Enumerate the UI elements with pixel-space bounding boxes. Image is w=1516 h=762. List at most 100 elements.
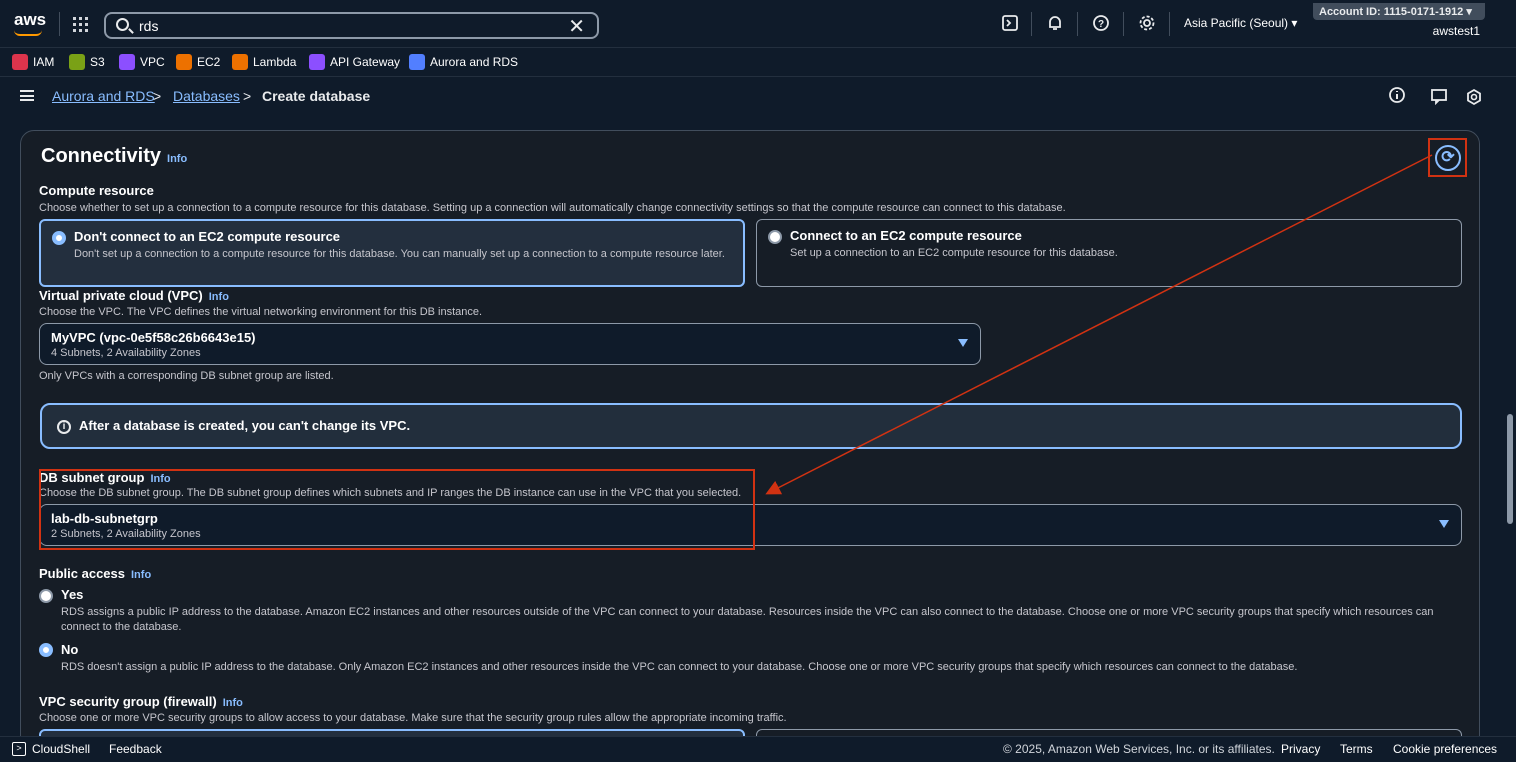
favorite-api-gateway[interactable]: API Gateway <box>309 54 400 70</box>
tools-panel-icon[interactable] <box>1464 88 1484 108</box>
public-access-no-label[interactable]: No <box>61 642 78 657</box>
search-input[interactable]: rds ✕ <box>104 12 599 39</box>
info-link[interactable]: Info <box>167 153 187 165</box>
info-link[interactable]: Info <box>131 569 151 581</box>
footer-feedback[interactable]: Feedback <box>109 742 162 756</box>
vpc-icon <box>119 54 135 70</box>
caret-down-icon <box>1439 520 1449 528</box>
aws-logo-smile <box>14 30 42 36</box>
main-content: Connectivity Info ⟳ Compute resource Choo… <box>0 114 1504 736</box>
favorite-label: Lambda <box>253 55 297 69</box>
vpc-desc: Choose the VPC. The VPC defines the virt… <box>39 306 483 318</box>
divider <box>59 12 60 36</box>
footer-privacy[interactable]: Privacy <box>1281 742 1320 756</box>
sg-label-text: VPC security group (firewall) <box>39 694 217 709</box>
top-navigation-bar: aws rds ✕ ? Asia Pacific (Seoul) ▾ Accou… <box>0 0 1516 48</box>
divider <box>1169 12 1170 36</box>
footer-terms[interactable]: Terms <box>1340 742 1373 756</box>
favorite-label: API Gateway <box>330 55 401 69</box>
caret-down-icon <box>958 339 968 347</box>
vpc-label-text: Virtual private cloud (VPC) <box>39 288 203 303</box>
tile-desc: Don't set up a connection to a compute r… <box>74 248 725 260</box>
scrollbar-thumb[interactable] <box>1507 414 1513 524</box>
alert-text: After a database is created, you can't c… <box>79 418 411 433</box>
info-link[interactable]: Info <box>209 291 229 303</box>
account-id-badge[interactable]: Account ID: 1115-0171-1912 ▾ <box>1313 3 1485 20</box>
public-access-no-desc: RDS doesn't assign a public IP address t… <box>61 661 1298 673</box>
tile-title: Don't connect to an EC2 compute resource <box>74 229 341 244</box>
footer-cloudshell[interactable]: CloudShell <box>32 742 90 756</box>
username[interactable]: awstest1 <box>1433 24 1480 38</box>
public-access-no-radio[interactable] <box>39 643 53 657</box>
aws-logo[interactable]: aws <box>14 10 46 30</box>
cloudshell-icon[interactable]: > <box>12 742 26 756</box>
region-selector[interactable]: Asia Pacific (Seoul) ▾ <box>1184 16 1297 30</box>
favorite-vpc[interactable]: VPC <box>119 54 165 70</box>
menu-hamburger-icon[interactable] <box>20 90 34 101</box>
tile-title: Connect to an EC2 compute resource <box>790 228 1022 243</box>
public-access-yes-radio[interactable] <box>39 589 53 603</box>
radio-button-selected[interactable] <box>52 231 66 245</box>
info-circle-icon: i <box>57 420 71 434</box>
divider <box>1123 12 1124 36</box>
breadcrumb-separator: > <box>243 88 252 104</box>
radio-button[interactable] <box>768 230 782 244</box>
vpc-select[interactable]: MyVPC (vpc-0e5f58c26b6643e15) 4 Subnets,… <box>39 323 981 365</box>
favorite-lambda[interactable]: Lambda <box>232 54 296 70</box>
services-grid-icon[interactable] <box>73 17 88 32</box>
vpc-security-group-desc: Choose one or more VPC security groups t… <box>39 712 787 724</box>
radio-tile-choose-existing[interactable] <box>39 729 745 736</box>
favorite-aurora-rds[interactable]: Aurora and RDS <box>409 54 518 70</box>
public-access-yes-desc: RDS assigns a public IP address to the d… <box>61 606 1434 633</box>
info-link[interactable]: Info <box>223 697 243 709</box>
favorite-iam[interactable]: IAM <box>12 54 54 70</box>
breadcrumb-separator: > <box>153 88 162 104</box>
feedback-panel-icon[interactable] <box>1429 87 1449 107</box>
public-access-label-text: Public access <box>39 566 125 581</box>
footer-copyright: © 2025, Amazon Web Services, Inc. or its… <box>1003 742 1275 756</box>
vpc-hint: Only VPCs with a corresponding DB subnet… <box>39 370 334 382</box>
connectivity-panel: Connectivity Info ⟳ Compute resource Choo… <box>20 130 1480 736</box>
favorite-label: Aurora and RDS <box>430 55 519 69</box>
cloudshell-icon[interactable] <box>1000 14 1020 34</box>
connectivity-title: Connectivity <box>41 145 162 167</box>
divider <box>1031 12 1032 36</box>
radio-tile-create-new[interactable] <box>756 729 1462 736</box>
vpc-select-value: MyVPC (vpc-0e5f58c26b6643e15) <box>51 330 256 345</box>
settings-gear-icon[interactable] <box>1137 14 1157 34</box>
vpc-label: Virtual private cloud (VPC) Info <box>39 288 229 303</box>
rds-icon <box>409 54 425 70</box>
favorite-ec2[interactable]: EC2 <box>176 54 220 70</box>
public-access-label: Public access Info <box>39 566 151 581</box>
s3-icon <box>69 54 85 70</box>
vpc-select-sub: 4 Subnets, 2 Availability Zones <box>51 347 201 359</box>
api-gateway-icon <box>309 54 325 70</box>
lambda-icon <box>232 54 248 70</box>
breadcrumb-current: Create database <box>262 88 371 104</box>
notifications-bell-icon[interactable] <box>1045 14 1065 34</box>
section-title: Connectivity Info <box>41 145 187 168</box>
vpc-security-group-label: VPC security group (firewall) Info <box>39 694 243 709</box>
favorite-label: VPC <box>140 55 165 69</box>
radio-tile-dont-connect[interactable]: Don't connect to an EC2 compute resource… <box>39 219 745 287</box>
breadcrumb-aurora-rds[interactable]: Aurora and RDS <box>52 88 155 104</box>
search-value: rds <box>139 18 159 34</box>
highlight-box-refresh: ⟳ <box>1428 138 1467 177</box>
info-panel-icon[interactable] <box>1387 86 1407 106</box>
compute-resource-desc: Choose whether to set up a connection to… <box>39 202 1066 214</box>
search-icon <box>116 18 129 31</box>
clear-search-icon[interactable]: ✕ <box>568 14 585 39</box>
favorite-label: EC2 <box>197 55 221 69</box>
footer-bar: > CloudShell Feedback © 2025, Amazon Web… <box>0 736 1516 762</box>
help-icon[interactable]: ? <box>1091 14 1111 34</box>
footer-cookie-preferences[interactable]: Cookie preferences <box>1393 742 1497 756</box>
refresh-button[interactable]: ⟳ <box>1435 145 1461 171</box>
compute-resource-label: Compute resource <box>39 183 154 198</box>
tile-desc: Set up a connection to an EC2 compute re… <box>790 247 1118 259</box>
ec2-icon <box>176 54 192 70</box>
radio-tile-connect-ec2[interactable]: Connect to an EC2 compute resource Set u… <box>756 219 1462 287</box>
breadcrumb-databases[interactable]: Databases <box>173 88 240 104</box>
public-access-yes-label[interactable]: Yes <box>61 587 83 602</box>
favorite-s3[interactable]: S3 <box>69 54 105 70</box>
page-scrollbar[interactable] <box>1504 114 1516 736</box>
